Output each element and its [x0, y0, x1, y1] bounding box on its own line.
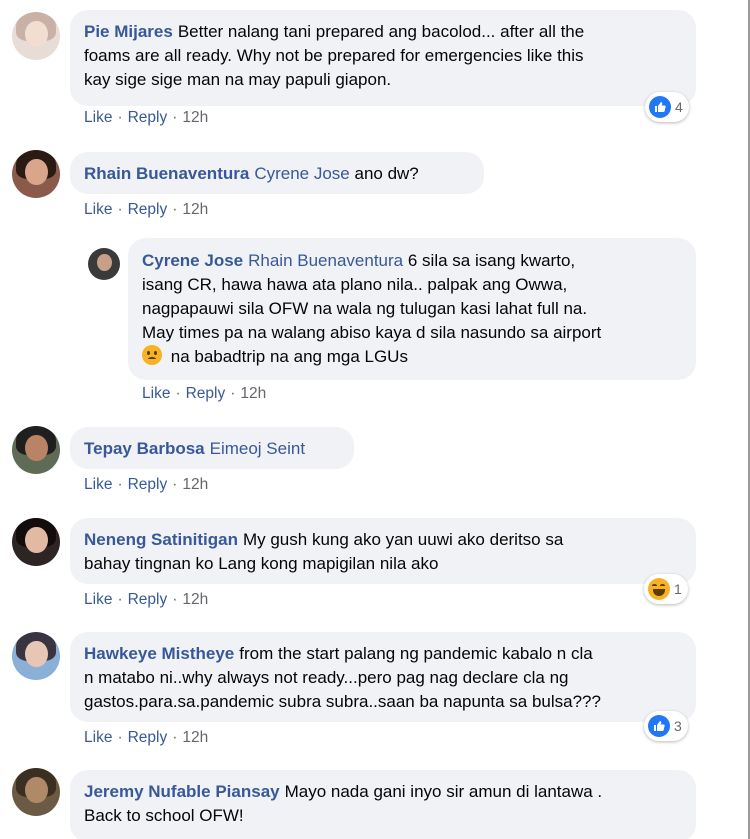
comment-bubble: Neneng Satinitigan My gush kung ako yan u…: [70, 518, 696, 584]
comment-author[interactable]: Jeremy Nufable Piansay: [84, 782, 280, 801]
reply-link[interactable]: Reply: [128, 109, 168, 126]
haha-emoji-icon: [648, 578, 670, 600]
avatar[interactable]: [12, 426, 60, 474]
timestamp[interactable]: 12h: [240, 385, 266, 402]
comment-author[interactable]: Tepay Barbosa: [84, 439, 205, 458]
reaction-number: 3: [674, 718, 682, 734]
comment-text-line: na babadtrip na ang mga LGUs: [170, 347, 408, 366]
timestamp[interactable]: 12h: [182, 109, 208, 126]
comment-text-line: 6 sila sa isang kwarto,: [407, 251, 576, 270]
reply-link[interactable]: Reply: [128, 729, 168, 746]
comment-bubble: Jeremy Nufable Piansay Mayo nada gani iny…: [70, 770, 696, 839]
timestamp[interactable]: 12h: [182, 201, 208, 218]
reaction-number: 4: [675, 99, 683, 115]
comment-text-line: Mayo nada gani inyo sir amun di lantawa …: [284, 782, 603, 801]
comment-actions: Like · Reply · 12h: [142, 385, 267, 402]
comment-text-line: May times pa na walang abiso kaya d sila…: [142, 323, 602, 342]
timestamp[interactable]: 12h: [182, 591, 208, 608]
reply-link[interactable]: Reply: [128, 476, 168, 493]
comment-bubble: Tepay Barbosa Eimeoj Seint: [70, 427, 354, 469]
reply-link[interactable]: Reply: [186, 385, 226, 402]
comment-text-line: gastos.para.sa.pandemic subra subra..saa…: [84, 692, 601, 711]
comment-text-line: foams are all ready. Why not be prepared…: [84, 46, 584, 65]
comments-panel: Pie Mijares Better nalang tani prepared a…: [0, 0, 750, 839]
comment-text-line: nagpapauwi sila OFW na wala ng tulugan k…: [142, 299, 588, 318]
comment-bubble: Rhain Buenaventura Cyrene Jose ano dw?: [70, 152, 484, 194]
like-link[interactable]: Like: [84, 591, 112, 608]
avatar[interactable]: [12, 12, 60, 60]
comment-author[interactable]: Neneng Satinitigan: [84, 530, 238, 549]
comment-text-line: My gush kung ako yan uuwi ako deritso sa: [242, 530, 564, 549]
comment-text-line: from the start palang ng pandemic kabalo…: [239, 644, 593, 663]
mention-tag[interactable]: Eimeoj Seint: [210, 439, 305, 458]
sad-emoji-icon: [142, 345, 162, 365]
comment-actions: Like · Reply · 12h: [84, 729, 209, 746]
reply-link[interactable]: Reply: [128, 201, 168, 218]
avatar[interactable]: [12, 518, 60, 566]
comment-text-line: isang CR, hawa hawa ata plano nila.. pal…: [142, 275, 568, 294]
comment-bubble: Cyrene Jose Rhain Buenaventura 6 sila sa …: [128, 238, 696, 380]
comment-text-line: bahay tingnan ko Lang kong mapigilan nil…: [84, 554, 439, 573]
comment-actions: Like · Reply · 12h: [84, 201, 209, 218]
like-link[interactable]: Like: [84, 729, 112, 746]
comment-bubble: Pie Mijares Better nalang tani prepared a…: [70, 10, 696, 106]
comment-text-line: n matabo ni..why always not ready...pero…: [84, 668, 569, 687]
timestamp[interactable]: 12h: [182, 729, 208, 746]
mention-tag[interactable]: Cyrene Jose: [254, 164, 349, 183]
comment-text-line: Better nalang tani prepared ang bacolod.…: [177, 22, 585, 41]
reaction-number: 1: [674, 581, 682, 597]
like-link[interactable]: Like: [142, 385, 170, 402]
timestamp[interactable]: 12h: [182, 476, 208, 493]
reaction-count[interactable]: 3: [644, 711, 688, 741]
comment-actions: Like · Reply · 12h: [84, 109, 209, 126]
like-link[interactable]: Like: [84, 109, 112, 126]
like-link[interactable]: Like: [84, 476, 112, 493]
comment-text-line: kay sige sige man na may papuli giapon.: [84, 70, 392, 89]
comment-author[interactable]: Pie Mijares: [84, 22, 173, 41]
comment-actions: Like · Reply · 12h: [84, 476, 209, 493]
comment-author[interactable]: Hawkeye Mistheye: [84, 644, 234, 663]
reaction-count[interactable]: 4: [645, 92, 689, 122]
like-link[interactable]: Like: [84, 201, 112, 218]
reply-link[interactable]: Reply: [128, 591, 168, 608]
comment-author[interactable]: Cyrene Jose: [142, 251, 243, 270]
comment-actions: Like · Reply · 12h: [84, 591, 209, 608]
avatar[interactable]: [88, 248, 120, 280]
avatar[interactable]: [12, 632, 60, 680]
thumbs-up-icon: [648, 715, 670, 737]
reaction-count[interactable]: 1: [644, 574, 688, 604]
comment-bubble: Hawkeye Mistheye from the start palang ng…: [70, 632, 696, 722]
comment-text-line: Back to school OFW!: [84, 806, 244, 825]
comment-text-line: ano dw?: [354, 164, 419, 183]
avatar[interactable]: [12, 150, 60, 198]
thumbs-up-icon: [649, 96, 671, 118]
comment-author[interactable]: Rhain Buenaventura: [84, 164, 249, 183]
mention-tag[interactable]: Rhain Buenaventura: [248, 251, 403, 270]
avatar[interactable]: [12, 768, 60, 816]
